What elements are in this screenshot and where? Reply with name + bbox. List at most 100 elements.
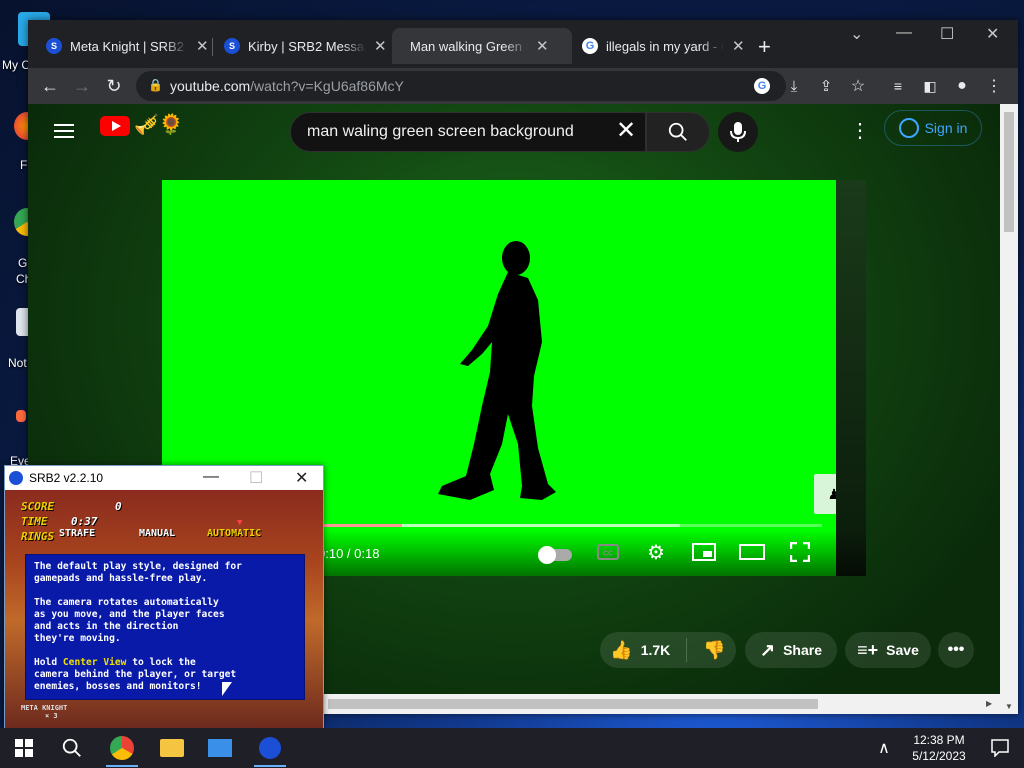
lives-count: × 3 [45,712,58,720]
mode-manual[interactable]: MANUAL [139,528,175,539]
minimize-icon[interactable]: — [203,468,219,486]
youtube-doodle-icon[interactable]: 🎺🌻 [134,112,184,137]
forward-arrow-icon[interactable]: → [70,74,94,98]
taskbar-mail[interactable] [196,728,244,768]
microphone-icon [730,122,746,142]
tab-man-walking[interactable]: ▶ Man walking Green Screen ✕ [392,28,572,125]
desktop-icon-notepad[interactable]: Not [0,308,38,370]
miniplayer-icon [692,543,716,561]
share-label: Share [783,642,822,658]
sonic-app-icon [9,471,23,485]
taskbar-chrome[interactable] [98,728,146,768]
shortcut-icon [16,410,26,422]
more-horizontal-icon: ••• [947,641,965,658]
tab-close-icon[interactable]: ✕ [732,37,745,55]
search-button[interactable] [646,112,710,152]
windows-logo-icon [15,739,33,757]
srb2-window-title: SRB2 v2.2.10 [29,471,104,485]
tab-title: Kirby | SRB2 Message Board [248,38,366,54]
scroll-right-arrow-icon[interactable]: ▶ [986,699,992,708]
srb2-title-bar[interactable]: SRB2 v2.2.10 — ☐ ✕ [5,466,323,490]
autoplay-toggle[interactable] [538,546,572,564]
sign-in-button[interactable]: Sign in [884,110,982,146]
tab-google-search[interactable]: G illegals in my yard - Google ✕ [572,28,755,64]
theater-mode-button[interactable] [738,540,766,564]
scroll-down-arrow-icon[interactable]: ▼ [1005,702,1013,711]
tab-close-icon[interactable]: ✕ [196,37,209,55]
clear-search-icon[interactable]: ✕ [616,116,636,146]
google-lens-icon[interactable]: G [750,74,774,98]
tab-meta-knight[interactable]: S Meta Knight | SRB2 Message Board ✕ [36,28,219,64]
close-window-icon[interactable]: ✕ [295,468,308,488]
share-page-icon[interactable]: ⇪ [814,74,838,98]
svg-text:CC: CC [603,551,613,558]
search-input[interactable]: man waling green screen background [290,112,646,152]
captions-button[interactable]: CC [594,540,622,564]
playlist-add-icon: ≡+ [857,639,879,660]
chrome-icon [110,736,134,760]
show-hidden-icons-chevron-icon[interactable]: ∧ [872,728,896,768]
like-dislike-group: 👍 1.7K 👎 [600,632,736,668]
more-actions-button[interactable]: ••• [938,632,974,668]
desktop-icon-firefox[interactable]: F [0,112,40,172]
taskbar-srb2[interactable] [246,728,294,768]
back-arrow-icon[interactable]: ← [38,74,62,98]
mode-strafe[interactable]: STRAFE [59,528,95,539]
srb2-game-screen[interactable]: SCORE 0 TIME 0:37 RINGS STRAFE MANUAL ▼ … [5,490,323,728]
search-icon [668,122,687,141]
install-icon[interactable]: ⤓ [782,74,806,98]
mode-automatic[interactable]: AUTOMATIC [207,528,261,539]
close-window-icon[interactable]: ✕ [986,24,999,44]
walking-man-silhouette [438,241,556,500]
notifications-icon[interactable] [976,728,1024,768]
search-taskbar-button[interactable] [48,728,96,768]
reload-icon[interactable]: ↻ [102,74,126,98]
minimize-icon[interactable]: — [896,24,912,42]
profile-icon[interactable]: ● [950,74,974,98]
fullscreen-button[interactable] [786,540,814,564]
share-button[interactable]: ↗ Share [745,632,837,668]
tab-kirby[interactable]: S Kirby | SRB2 Message Board ✕ [214,28,397,64]
vertical-scrollbar[interactable]: ▼ [1000,104,1018,714]
system-clock[interactable]: 12:38 PM 5/12/2023 [906,732,972,764]
start-button[interactable] [0,728,48,768]
score-label: SCORE [21,500,55,513]
chrome-menu-icon[interactable]: ⋮ [982,74,1006,98]
settings-gear-icon[interactable]: ⚙ [642,540,670,564]
captions-icon: CC [597,544,619,560]
share-arrow-icon: ↗ [759,639,776,660]
tab-close-icon[interactable]: ✕ [536,37,549,55]
time-label: TIME [21,515,48,528]
srb2-window: SRB2 v2.2.10 — ☐ ✕ SCORE 0 TIME 0:37 RIN… [4,465,324,728]
save-label: Save [886,642,919,658]
desktop-icon-label: F [20,158,28,172]
like-count: 1.7K [640,642,671,658]
desktop-icon-chrome[interactable]: G Ch [0,208,40,286]
desktop-icon-event[interactable]: Eve [0,410,31,468]
dislike-button[interactable]: 👎 [703,640,725,661]
hamburger-menu-icon[interactable] [54,120,74,142]
voice-search-button[interactable] [718,112,758,152]
taskbar-file-explorer[interactable] [148,728,196,768]
time-display: 0:10 / 0:18 [318,546,380,561]
save-button[interactable]: ≡+ Save [845,632,931,668]
vertical-scroll-thumb[interactable] [1004,112,1014,232]
horizontal-scroll-thumb[interactable] [328,699,818,709]
maximize-icon[interactable]: ☐ [940,24,954,44]
settings-kebab-icon[interactable]: ⋮ [850,118,870,143]
maximize-icon[interactable]: ☐ [249,468,263,488]
lives-display: META KNIGHT × 3 [21,704,67,720]
tab-close-icon[interactable]: ✕ [374,37,387,55]
media-control-icon[interactable]: ≡ [886,74,910,98]
tab-search-chevron-icon[interactable]: ⌄ [850,24,863,44]
youtube-logo[interactable] [100,116,130,136]
bookmark-star-icon[interactable]: ☆ [846,74,870,98]
selection-marker-icon: ▼ [237,518,243,528]
miniplayer-button[interactable] [690,540,718,564]
new-tab-button[interactable]: + [758,34,771,60]
sonic-favicon-icon: S [224,38,240,54]
like-button[interactable]: 👍 1.7K [610,640,670,661]
desktop-icon-my-computer[interactable]: My C [0,12,50,72]
side-panel-icon[interactable]: ◧ [918,74,942,98]
address-bar[interactable]: 🔒 youtube.com/watch?v=KgU6af86McY [136,71,786,101]
